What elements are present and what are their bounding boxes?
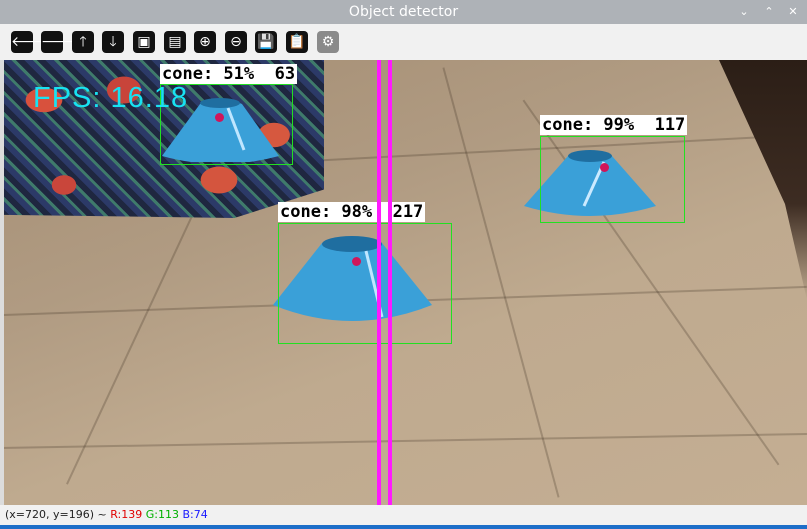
pan-up-icon[interactable]: 🡑: [72, 31, 94, 53]
pixel-green-value: G:113: [145, 508, 179, 521]
pan-down-icon[interactable]: 🡓: [102, 31, 124, 53]
pixel-red-value: R:139: [110, 508, 143, 521]
detection-center-3: [352, 257, 361, 266]
zoom-to-image-icon[interactable]: ▤: [164, 31, 186, 53]
minimize-chevron-icon[interactable]: ⌄: [735, 3, 753, 21]
detection-center-2: [600, 163, 609, 172]
window-bottom-border: [0, 525, 807, 529]
zoom-in-icon[interactable]: ⊕: [194, 31, 216, 53]
pan-right-icon[interactable]: 🡒: [41, 31, 79, 53]
zoom-to-window-icon[interactable]: ▣: [133, 31, 155, 53]
cursor-coords: (x=720, y=196) ~: [5, 508, 107, 521]
detection-label-1: cone: 51% 63: [160, 64, 298, 84]
status-bar: (x=720, y=196) ~ R:139 G:113 B:74: [0, 505, 807, 525]
title-bar: Object detector ⌄ ⌃ ✕: [0, 0, 807, 24]
detection-box-3: [278, 223, 452, 344]
left-edge: [0, 60, 4, 505]
properties-icon[interactable]: ⚙: [317, 31, 339, 53]
detection-label-2: cone: 99% 117: [540, 115, 688, 135]
clipboard-icon[interactable]: 📋: [286, 31, 308, 53]
center-reference-line: [377, 60, 392, 505]
detection-box-2: [540, 136, 685, 223]
camera-view[interactable]: cone: 51% 63 cone: 99% 117 cone: 98% 217…: [0, 60, 807, 505]
wall-image-region: [719, 60, 807, 300]
pixel-blue-value: B:74: [182, 508, 208, 521]
maximize-chevron-icon[interactable]: ⌃: [760, 3, 778, 21]
window-title: Object detector: [348, 4, 459, 20]
save-icon[interactable]: 💾: [255, 31, 277, 53]
toolbar: 🡐 🡒 🡑 🡓 ▣ ▤ ⊕ ⊖ 💾 📋 ⚙: [0, 24, 807, 60]
fps-readout: FPS: 16.18: [33, 82, 189, 114]
detection-center-1: [215, 113, 224, 122]
pan-left-icon[interactable]: 🡐: [11, 31, 49, 53]
detection-label-3: cone: 98% 217: [278, 202, 426, 222]
close-icon[interactable]: ✕: [784, 3, 802, 21]
zoom-out-icon[interactable]: ⊖: [225, 31, 247, 53]
